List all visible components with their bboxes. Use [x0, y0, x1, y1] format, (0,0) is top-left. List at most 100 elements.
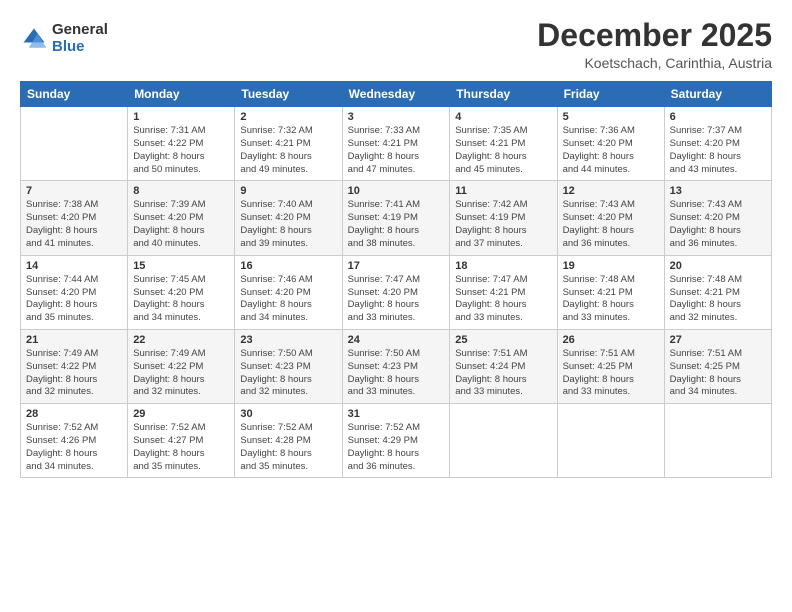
calendar-week-row: 7 Sunrise: 7:38 AM Sunset: 4:20 PM Daylig… [21, 181, 772, 255]
calendar-cell: 26 Sunrise: 7:51 AM Sunset: 4:25 PM Dayli… [557, 329, 664, 403]
weekday-header: Monday [128, 82, 235, 107]
day-number: 3 [348, 111, 445, 123]
calendar-cell: 23Sunrise: 7:50 AM Sunset: 4:23 PM Dayli… [235, 329, 342, 403]
calendar-cell: 30Sunrise: 7:52 AM Sunset: 4:28 PM Dayli… [235, 404, 342, 478]
month-title: December 2025 [537, 18, 772, 53]
day-number: 14 [26, 260, 122, 272]
logo-general: General [52, 22, 108, 39]
calendar-cell: 24 Sunrise: 7:50 AM Sunset: 4:23 PM Dayli… [342, 329, 450, 403]
day-number: 4 [455, 111, 551, 123]
calendar-cell: 31 Sunrise: 7:52 AM Sunset: 4:29 PM Dayli… [342, 404, 450, 478]
calendar-cell: 7 Sunrise: 7:38 AM Sunset: 4:20 PM Daylig… [21, 181, 128, 255]
weekday-header: Tuesday [235, 82, 342, 107]
calendar-cell: 9 Sunrise: 7:40 AM Sunset: 4:20 PM Daylig… [235, 181, 342, 255]
day-info: Sunrise: 7:44 AM Sunset: 4:20 PM Dayligh… [26, 274, 122, 325]
day-info: Sunrise: 7:52 AM Sunset: 4:27 PM Dayligh… [133, 422, 229, 473]
calendar-cell: 4 Sunrise: 7:35 AM Sunset: 4:21 PM Daylig… [450, 107, 557, 181]
calendar-cell: 25Sunrise: 7:51 AM Sunset: 4:24 PM Dayli… [450, 329, 557, 403]
day-info: Sunrise: 7:51 AM Sunset: 4:25 PM Dayligh… [563, 348, 659, 399]
day-number: 2 [240, 111, 336, 123]
day-info: Sunrise: 7:43 AM Sunset: 4:20 PM Dayligh… [670, 199, 766, 250]
day-number: 18 [455, 260, 551, 272]
day-info: Sunrise: 7:46 AM Sunset: 4:20 PM Dayligh… [240, 274, 336, 325]
calendar-cell: 1Sunrise: 7:31 AM Sunset: 4:22 PM Daylig… [128, 107, 235, 181]
calendar-cell [557, 404, 664, 478]
calendar-cell: 6 Sunrise: 7:37 AM Sunset: 4:20 PM Daylig… [664, 107, 771, 181]
calendar-cell: 8 Sunrise: 7:39 AM Sunset: 4:20 PM Daylig… [128, 181, 235, 255]
day-info: Sunrise: 7:49 AM Sunset: 4:22 PM Dayligh… [26, 348, 122, 399]
day-info: Sunrise: 7:36 AM Sunset: 4:20 PM Dayligh… [563, 125, 659, 176]
day-number: 10 [348, 185, 445, 197]
calendar-cell: 12Sunrise: 7:43 AM Sunset: 4:20 PM Dayli… [557, 181, 664, 255]
calendar-cell [664, 404, 771, 478]
weekday-header: Friday [557, 82, 664, 107]
day-info: Sunrise: 7:31 AM Sunset: 4:22 PM Dayligh… [133, 125, 229, 176]
day-info: Sunrise: 7:47 AM Sunset: 4:21 PM Dayligh… [455, 274, 551, 325]
day-info: Sunrise: 7:50 AM Sunset: 4:23 PM Dayligh… [240, 348, 336, 399]
calendar-cell: 2Sunrise: 7:32 AM Sunset: 4:21 PM Daylig… [235, 107, 342, 181]
calendar-cell: 14 Sunrise: 7:44 AM Sunset: 4:20 PM Dayli… [21, 255, 128, 329]
day-number: 21 [26, 334, 122, 346]
calendar-cell: 11 Sunrise: 7:42 AM Sunset: 4:19 PM Dayli… [450, 181, 557, 255]
day-info: Sunrise: 7:52 AM Sunset: 4:29 PM Dayligh… [348, 422, 445, 473]
day-number: 26 [563, 334, 659, 346]
day-info: Sunrise: 7:50 AM Sunset: 4:23 PM Dayligh… [348, 348, 445, 399]
calendar-cell: 19Sunrise: 7:48 AM Sunset: 4:21 PM Dayli… [557, 255, 664, 329]
day-number: 9 [240, 185, 336, 197]
calendar-week-row: 1Sunrise: 7:31 AM Sunset: 4:22 PM Daylig… [21, 107, 772, 181]
day-number: 25 [455, 334, 551, 346]
calendar-week-row: 28 Sunrise: 7:52 AM Sunset: 4:26 PM Dayli… [21, 404, 772, 478]
day-number: 7 [26, 185, 122, 197]
day-info: Sunrise: 7:38 AM Sunset: 4:20 PM Dayligh… [26, 199, 122, 250]
calendar-week-row: 21 Sunrise: 7:49 AM Sunset: 4:22 PM Dayli… [21, 329, 772, 403]
day-number: 11 [455, 185, 551, 197]
calendar-cell: 13 Sunrise: 7:43 AM Sunset: 4:20 PM Dayli… [664, 181, 771, 255]
day-number: 31 [348, 408, 445, 420]
day-number: 30 [240, 408, 336, 420]
day-info: Sunrise: 7:35 AM Sunset: 4:21 PM Dayligh… [455, 125, 551, 176]
calendar-cell: 18 Sunrise: 7:47 AM Sunset: 4:21 PM Dayli… [450, 255, 557, 329]
day-number: 17 [348, 260, 445, 272]
day-info: Sunrise: 7:40 AM Sunset: 4:20 PM Dayligh… [240, 199, 336, 250]
weekday-header: Sunday [21, 82, 128, 107]
day-number: 24 [348, 334, 445, 346]
calendar-cell: 17 Sunrise: 7:47 AM Sunset: 4:20 PM Dayli… [342, 255, 450, 329]
day-info: Sunrise: 7:52 AM Sunset: 4:26 PM Dayligh… [26, 422, 122, 473]
day-number: 22 [133, 334, 229, 346]
logo-blue: Blue [52, 39, 108, 56]
day-number: 27 [670, 334, 766, 346]
day-info: Sunrise: 7:39 AM Sunset: 4:20 PM Dayligh… [133, 199, 229, 250]
calendar-cell [450, 404, 557, 478]
day-info: Sunrise: 7:37 AM Sunset: 4:20 PM Dayligh… [670, 125, 766, 176]
logo-icon [20, 25, 48, 53]
weekday-header: Wednesday [342, 82, 450, 107]
day-info: Sunrise: 7:42 AM Sunset: 4:19 PM Dayligh… [455, 199, 551, 250]
day-number: 5 [563, 111, 659, 123]
day-number: 29 [133, 408, 229, 420]
day-number: 6 [670, 111, 766, 123]
day-number: 12 [563, 185, 659, 197]
calendar-cell: 27Sunrise: 7:51 AM Sunset: 4:25 PM Dayli… [664, 329, 771, 403]
logo-text: General Blue [52, 22, 108, 55]
calendar-cell: 28 Sunrise: 7:52 AM Sunset: 4:26 PM Dayli… [21, 404, 128, 478]
calendar-week-row: 14 Sunrise: 7:44 AM Sunset: 4:20 PM Dayli… [21, 255, 772, 329]
calendar-cell: 15Sunrise: 7:45 AM Sunset: 4:20 PM Dayli… [128, 255, 235, 329]
calendar-cell: 10Sunrise: 7:41 AM Sunset: 4:19 PM Dayli… [342, 181, 450, 255]
weekday-header: Thursday [450, 82, 557, 107]
calendar-table: SundayMondayTuesdayWednesdayThursdayFrid… [20, 81, 772, 478]
day-number: 28 [26, 408, 122, 420]
weekday-header: Saturday [664, 82, 771, 107]
day-number: 8 [133, 185, 229, 197]
day-number: 15 [133, 260, 229, 272]
calendar-cell [21, 107, 128, 181]
day-info: Sunrise: 7:33 AM Sunset: 4:21 PM Dayligh… [348, 125, 445, 176]
weekday-header-row: SundayMondayTuesdayWednesdayThursdayFrid… [21, 82, 772, 107]
calendar-cell: 29 Sunrise: 7:52 AM Sunset: 4:27 PM Dayli… [128, 404, 235, 478]
calendar-cell: 22Sunrise: 7:49 AM Sunset: 4:22 PM Dayli… [128, 329, 235, 403]
day-number: 16 [240, 260, 336, 272]
calendar-cell: 3 Sunrise: 7:33 AM Sunset: 4:21 PM Daylig… [342, 107, 450, 181]
day-number: 13 [670, 185, 766, 197]
day-info: Sunrise: 7:47 AM Sunset: 4:20 PM Dayligh… [348, 274, 445, 325]
calendar-cell: 21 Sunrise: 7:49 AM Sunset: 4:22 PM Dayli… [21, 329, 128, 403]
logo: General Blue [20, 22, 108, 55]
